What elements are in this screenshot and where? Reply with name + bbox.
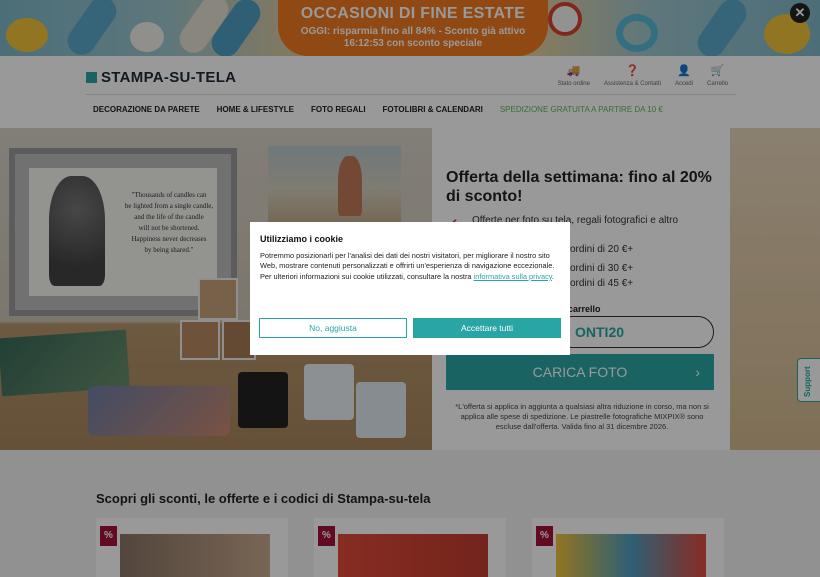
cookie-dialog: Utilizziamo i cookie Potremmo posizionar… <box>250 222 570 355</box>
accept-cookies-button[interactable]: Accettare tutti <box>413 318 561 338</box>
privacy-link[interactable]: informativa sulla privacy <box>474 272 552 281</box>
cookie-text: Potremmo posizionarli per l'analisi dei … <box>260 251 560 282</box>
cookie-end: . <box>551 271 554 281</box>
cookie-title: Utilizziamo i cookie <box>260 234 344 244</box>
decline-cookies-button[interactable]: No, aggiusta <box>259 318 407 338</box>
